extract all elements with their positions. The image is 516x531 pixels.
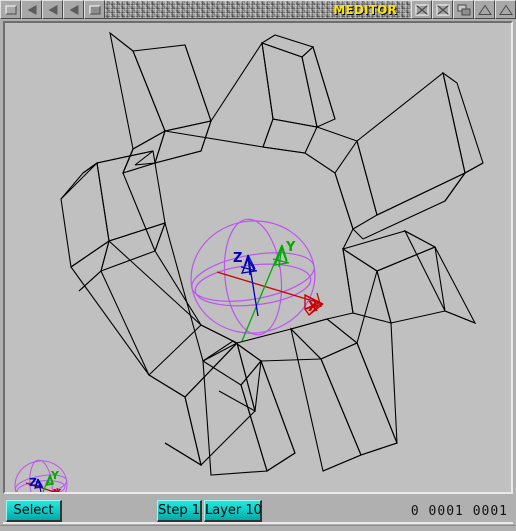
viewport-3d-canvas[interactable]: X Y Z Y Z xyxy=(5,23,511,492)
snapshot-button[interactable] xyxy=(411,0,432,19)
wireframe-scene: X Y Z Y Z xyxy=(5,23,511,492)
close-box-icon xyxy=(5,5,16,14)
gizmo-label-x: X xyxy=(308,300,318,315)
gizmo-label-y: Y xyxy=(285,240,296,255)
triangle-up-icon xyxy=(477,4,492,15)
prev-frame-button[interactable] xyxy=(42,0,63,19)
close-button[interactable] xyxy=(0,0,21,19)
viewport-frame: X Y Z Y Z xyxy=(3,21,513,494)
viewport-background xyxy=(5,23,511,492)
depth-cycle-button[interactable] xyxy=(453,0,474,19)
orientation-label-y: Y xyxy=(50,469,60,482)
orientation-label-z: Z xyxy=(29,476,37,489)
cross-box-icon xyxy=(415,4,428,15)
unsnapshot-button[interactable] xyxy=(432,0,453,19)
maximize-button[interactable] xyxy=(84,0,105,19)
triangle-left-icon xyxy=(69,4,78,15)
depth-arrange-icon xyxy=(457,4,470,15)
triangle-left-icon xyxy=(48,4,57,15)
window-title: MEDITOR xyxy=(333,2,397,17)
prev-view-button[interactable] xyxy=(21,0,42,19)
step-button[interactable]: Step 1 xyxy=(157,500,202,522)
square-box-icon xyxy=(89,5,100,14)
status-coordinates: 0 0001 0001 xyxy=(410,504,508,519)
triangle-up-icon xyxy=(498,4,513,15)
zoom-button[interactable] xyxy=(474,0,495,19)
triangle-left-icon xyxy=(27,4,36,15)
window-titlebar: MEDITOR xyxy=(0,0,516,19)
window-bottom-edge xyxy=(0,525,516,531)
select-mode-button[interactable]: Select xyxy=(6,500,62,522)
orientation-label-x: X xyxy=(53,487,62,492)
cross-box-icon xyxy=(436,4,449,15)
layer-button[interactable]: Layer 10 xyxy=(204,500,262,522)
meditor-window: MEDITOR X Y Z Y Z Select Step 1 Layer 10… xyxy=(0,0,516,531)
prev-step-button[interactable] xyxy=(63,0,84,19)
bottom-bevel xyxy=(3,522,513,524)
titlebar-drag-area[interactable]: MEDITOR xyxy=(105,0,411,19)
gizmo-label-z: Z xyxy=(233,251,242,266)
front-button[interactable] xyxy=(495,0,516,19)
